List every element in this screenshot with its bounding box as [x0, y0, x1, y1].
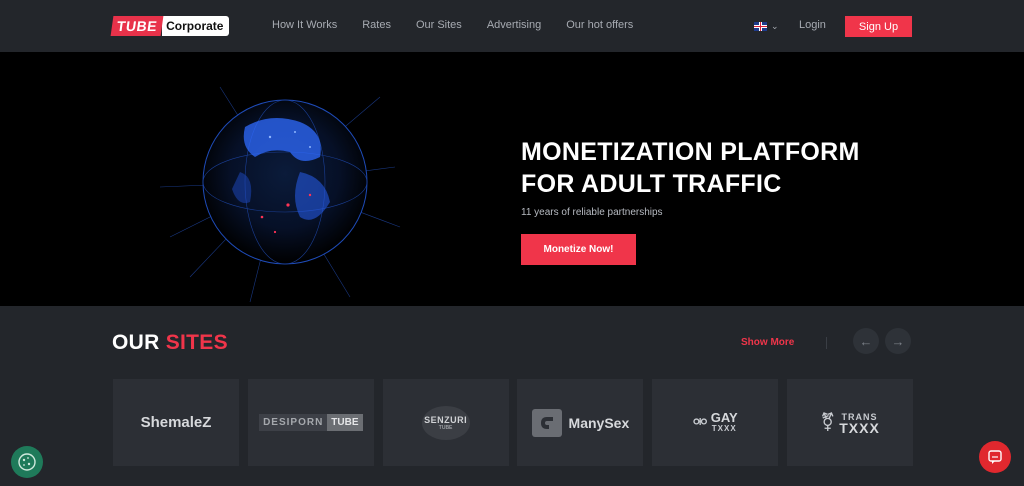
chat-icon [988, 450, 1002, 464]
hero-title: MONETIZATION PLATFORM FOR ADULT TRAFFIC [521, 136, 921, 200]
monetize-now-button[interactable]: Monetize Now! [521, 234, 636, 265]
site-card-gaytxxx[interactable]: ⚮ GAY TXXX [652, 379, 779, 466]
hero-section: MONETIZATION PLATFORM FOR ADULT TRAFFIC … [0, 52, 1024, 306]
manysex-icon [531, 408, 562, 437]
login-link[interactable]: Login [799, 19, 826, 31]
cookie-settings-button[interactable] [11, 446, 43, 478]
desiporn-logo-main: DESIPORN [259, 414, 328, 431]
manysex-logo: ManySex [531, 408, 630, 437]
site-card-manysex[interactable]: ManySex [517, 379, 644, 466]
transtxxx-logo: ⚧ TRANS TXXX [820, 412, 880, 436]
hero-title-line2: FOR ADULT TRAFFIC [521, 170, 782, 198]
transgender-symbol-icon: ⚧ [820, 412, 836, 432]
sites-carousel: ShemaleZ DESIPORN TUBE SENZURI TUBE Many… [113, 379, 913, 466]
senzuri-logo-tube: TUBE [438, 424, 453, 431]
chevron-down-icon: ⌄ [771, 21, 779, 31]
nav-rates[interactable]: Rates [362, 19, 391, 31]
site-card-transtxxx[interactable]: ⚧ TRANS TXXX [786, 379, 913, 466]
tube-corporate-logo[interactable]: TUBE Corporate [110, 16, 230, 36]
site-card-shemalez[interactable]: ShemaleZ [113, 379, 239, 466]
desiporn-logo: DESIPORN TUBE [259, 414, 363, 431]
uk-flag-icon [754, 22, 767, 31]
chat-button[interactable] [979, 441, 1011, 473]
main-nav: How It Works Rates Our Sites Advertising… [272, 19, 658, 31]
double-male-symbol-icon: ⚮ [692, 412, 708, 432]
transtxxx-logo-main: TXXX [839, 419, 880, 436]
nav-hot-offers[interactable]: Our hot offers [566, 19, 633, 31]
manysex-logo-text: ManySex [568, 414, 630, 431]
hero-title-line1: MONETIZATION PLATFORM [521, 138, 860, 166]
gaytxxx-logo-main: GAY [710, 409, 738, 425]
signup-button[interactable]: Sign Up [845, 16, 912, 37]
heading-red-part: SITES [165, 331, 228, 354]
site-header: TUBE Corporate How It Works Rates Our Si… [0, 0, 1024, 52]
logo-corporate-text: Corporate [162, 16, 230, 36]
nav-advertising[interactable]: Advertising [487, 19, 541, 31]
logo-tube-text: TUBE [110, 16, 164, 36]
nav-our-sites[interactable]: Our Sites [416, 19, 462, 31]
nav-how-it-works[interactable]: How It Works [272, 19, 337, 31]
language-selector[interactable]: ⌄ [754, 21, 779, 32]
carousel-next-button[interactable]: → [885, 328, 911, 354]
site-card-desiporn[interactable]: DESIPORN TUBE [247, 379, 374, 466]
show-more-link[interactable]: Show More [741, 337, 794, 348]
carousel-prev-button[interactable]: ← [853, 328, 879, 354]
our-sites-heading: OUR SITES [112, 331, 228, 355]
senzuri-logo-main: SENZURI [424, 414, 468, 425]
shemalez-logo: ShemaleZ [140, 414, 212, 431]
arrow-left-icon: ← [859, 333, 873, 349]
heading-white-part: OUR [112, 331, 166, 354]
divider [826, 337, 827, 349]
cookie-icon [18, 453, 36, 471]
gaytxxx-logo-sub: TXXX [711, 423, 737, 433]
hero-subtitle: 11 years of reliable partnerships [521, 207, 663, 218]
desiporn-logo-tube: TUBE [327, 414, 363, 431]
senzuri-logo: SENZURI TUBE [421, 405, 470, 440]
globe-illustration [150, 77, 410, 306]
gaytxxx-logo: ⚮ GAY TXXX [692, 409, 738, 434]
arrow-right-icon: → [891, 333, 905, 349]
site-card-senzuri[interactable]: SENZURI TUBE [382, 379, 509, 466]
